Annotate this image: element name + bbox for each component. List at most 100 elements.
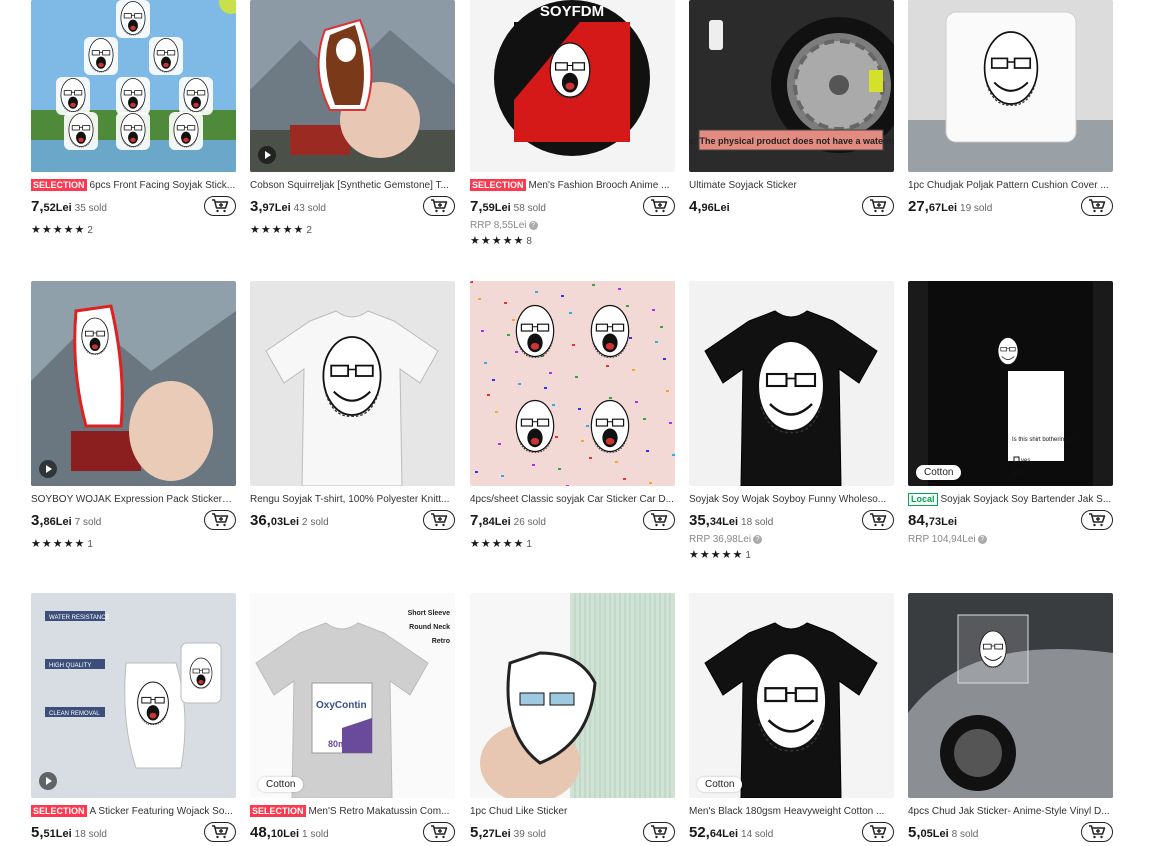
cart-plus-icon	[870, 825, 887, 839]
product-title[interactable]: SELECTION 6pcs Front Facing Soyjak Stick.…	[31, 179, 236, 192]
product-card[interactable]: 4pcs/sheet Classic soyjak Car Sticker Ca…	[470, 281, 675, 550]
product-image[interactable]	[908, 0, 1113, 172]
sold-count: 14 sold	[741, 829, 774, 840]
add-to-cart-button[interactable]	[1081, 510, 1113, 530]
add-to-cart-button[interactable]	[643, 196, 675, 216]
product-title[interactable]: SOYBOY WOJAK Expression Pack Stickers - …	[31, 493, 236, 506]
add-to-cart-button[interactable]	[423, 510, 455, 530]
product-title-text: Cobson Squirreljak [Synthetic Gemstone] …	[250, 180, 449, 191]
product-title-text: A Sticker Featuring Wojack So...	[89, 806, 233, 817]
product-title[interactable]: SELECTION A Sticker Featuring Wojack So..…	[31, 805, 236, 818]
product-image[interactable]	[250, 0, 455, 172]
cart-plus-icon	[1089, 199, 1106, 213]
product-title[interactable]: SELECTION Men'S Retro Makatussin Com...	[250, 805, 455, 818]
product-title[interactable]: Cobson Squirreljak [Synthetic Gemstone] …	[250, 179, 455, 192]
add-to-cart-button[interactable]	[204, 822, 236, 842]
price-row: 5,05Lei 8 sold	[908, 822, 1113, 846]
product-title[interactable]: SELECTION Men's Fashion Brooch Anime ...	[470, 179, 675, 192]
cart-plus-icon	[212, 825, 229, 839]
product-image[interactable]	[470, 281, 675, 486]
help-icon[interactable]: ?	[528, 220, 538, 230]
product-image[interactable]: Is this shirt bothering you? yes no Cotton	[908, 281, 1113, 486]
add-to-cart-button[interactable]	[423, 196, 455, 216]
product-title-text: Rengu Soyjak T-shirt, 100% Polyester Kni…	[250, 494, 450, 505]
product-card[interactable]: SELECTION 6pcs Front Facing Soyjak Stick.…	[31, 0, 236, 236]
product-card[interactable]: SOYBOY WOJAK Expression Pack Stickers - …	[31, 281, 236, 550]
product-title[interactable]: Local Soyjak Soyjack Soy Bartender Jak S.…	[908, 493, 1113, 506]
add-to-cart-button[interactable]	[1081, 196, 1113, 216]
product-image[interactable]: WATER RESISTANCE HIGH QUALITY CLEAN REMOVA…	[31, 593, 236, 798]
product-card[interactable]: Note: The physical product does not have…	[689, 0, 894, 220]
info-label: HIGH QUALITY	[49, 663, 91, 669]
product-image[interactable]: Note: The physical product does not have…	[689, 0, 894, 172]
product-title[interactable]: Soyjak Soy Wojak Soyboy Funny Wholeso...	[689, 493, 894, 506]
price-integer: 27,	[908, 198, 929, 215]
price-currency: Lei	[283, 828, 300, 840]
add-to-cart-button[interactable]	[862, 196, 894, 216]
selection-tag: SELECTION	[250, 805, 306, 817]
add-to-cart-button[interactable]	[643, 510, 675, 530]
product-card[interactable]: Rengu Soyjak T-shirt, 100% Polyester Kni…	[250, 281, 455, 534]
rrp-price: RRP 104,94Lei?	[908, 534, 1113, 545]
product-image[interactable]: Short Sleeve Round Neck Retro OxyContin 80mg…	[250, 593, 455, 798]
help-icon[interactable]: ?	[753, 534, 763, 544]
rating: ★★★★★ 8	[470, 234, 675, 247]
price-row: 7,84Lei 26 sold	[470, 510, 675, 534]
product-image[interactable]	[470, 593, 675, 798]
play-video-icon[interactable]	[39, 460, 57, 478]
product-title-text: Men'S Retro Makatussin Com...	[308, 806, 450, 817]
selection-tag: SELECTION	[470, 179, 526, 191]
product-title[interactable]: 1pc Chudjak Poljak Pattern Cushion Cover…	[908, 179, 1113, 192]
product-image[interactable]	[250, 281, 455, 486]
product-card[interactable]: Soyjak Soy Wojak Soyboy Funny Wholeso...…	[689, 281, 894, 561]
tee-label: Round Neck	[409, 624, 450, 631]
brooch-text: SOYFDM	[540, 3, 604, 20]
cart-plus-icon	[212, 199, 229, 213]
product-card[interactable]: Is this shirt bothering you? yes no Cotton L…	[908, 281, 1113, 545]
add-to-cart-button[interactable]	[1081, 822, 1113, 842]
product-title[interactable]: Rengu Soyjak T-shirt, 100% Polyester Kni…	[250, 493, 455, 506]
product-card[interactable]: Cotton Men's Black 180gsm Heavyweight Cot…	[689, 593, 894, 846]
add-to-cart-button[interactable]	[204, 510, 236, 530]
product-card[interactable]: WATER RESISTANCE HIGH QUALITY CLEAN REMOVA…	[31, 593, 236, 846]
tee-option-no: no	[1021, 470, 1028, 476]
product-title[interactable]: 1pc Chud Like Sticker	[470, 805, 675, 818]
price-currency: Lei	[941, 516, 958, 528]
product-title[interactable]: 4pcs Chud Jak Sticker- Anime-Style Vinyl…	[908, 805, 1113, 818]
product-title[interactable]: Men's Black 180gsm Heavyweight Cotton ..…	[689, 805, 894, 818]
price-decimals: 67	[928, 202, 942, 214]
product-image[interactable]: SOYFDM	[470, 0, 675, 172]
cart-plus-icon	[870, 513, 887, 527]
product-title[interactable]: 4pcs/sheet Classic soyjak Car Sticker Ca…	[470, 493, 675, 506]
product-image[interactable]	[908, 593, 1113, 798]
add-to-cart-button[interactable]	[643, 822, 675, 842]
play-video-icon[interactable]	[258, 146, 276, 164]
add-to-cart-button[interactable]	[862, 510, 894, 530]
product-image[interactable]: Cotton	[689, 593, 894, 798]
price-decimals: 10	[270, 828, 284, 840]
product-image[interactable]	[31, 0, 236, 172]
product-image[interactable]	[689, 281, 894, 486]
add-to-cart-button[interactable]	[204, 196, 236, 216]
product-card[interactable]: Short Sleeve Round Neck Retro OxyContin 80mg…	[250, 593, 455, 846]
product-card[interactable]: SOYFDM SELECTION Men's Fashion Brooch Anim…	[470, 0, 675, 247]
price-decimals: 27	[482, 828, 495, 840]
product-title-text: SOYBOY WOJAK Expression Pack Stickers - …	[31, 494, 236, 505]
product-image[interactable]	[31, 281, 236, 486]
product-title[interactable]: Ultimate Soyjack Sticker	[689, 179, 894, 192]
rating: ★★★★★ 1	[689, 548, 894, 561]
product-card[interactable]: 4pcs Chud Jak Sticker- Anime-Style Vinyl…	[908, 593, 1113, 846]
product-card[interactable]: 1pc Chud Like Sticker 5,27Lei 39 sold	[470, 593, 675, 846]
product-card[interactable]: 1pc Chudjak Poljak Pattern Cushion Cover…	[908, 0, 1113, 220]
tee-text: Is this shirt bothering you?	[1012, 437, 1083, 443]
play-video-icon[interactable]	[39, 772, 57, 790]
watermark-note: Note: The physical product does not have…	[689, 136, 894, 146]
price-currency: Lei	[55, 516, 72, 528]
price: 84,73Lei	[908, 512, 957, 529]
price: 5,27Lei	[470, 824, 511, 841]
add-to-cart-button[interactable]	[862, 822, 894, 842]
sold-count: 35 sold	[74, 203, 107, 214]
add-to-cart-button[interactable]	[423, 822, 455, 842]
product-card[interactable]: Cobson Squirreljak [Synthetic Gemstone] …	[250, 0, 455, 236]
help-icon[interactable]: ?	[977, 534, 987, 544]
